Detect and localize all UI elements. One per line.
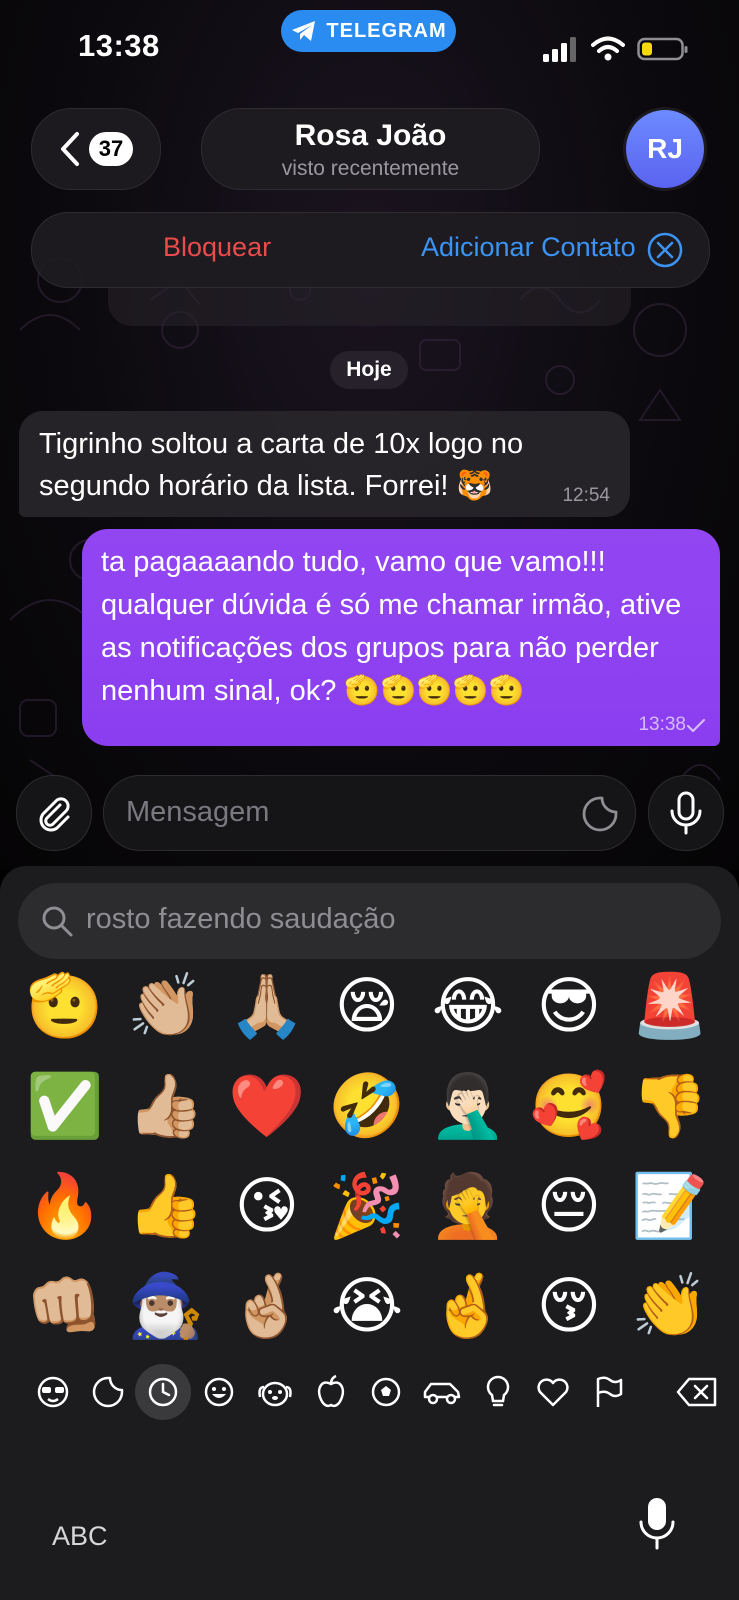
category-stickers[interactable] [82,1366,134,1418]
abc-keyboard-toggle[interactable]: ABC [52,1521,108,1552]
smiley-icon [204,1377,234,1407]
emoji-item[interactable]: ❤️ [227,1066,307,1146]
apple-icon [317,1374,345,1408]
emoji-item[interactable]: 🤦 [428,1166,508,1246]
category-animals[interactable] [249,1366,301,1418]
car-icon [423,1382,461,1405]
add-contact-button[interactable]: Adicionar Contato [421,232,636,263]
message-time: 12:54 [562,485,610,506]
message-time: 13:38 [638,714,686,735]
emoji-item[interactable]: 👍 [126,1166,206,1246]
emoji-item[interactable]: 😪 [327,966,407,1046]
telegram-plane-icon [292,21,316,41]
emoji-item[interactable]: 😂 [428,966,508,1046]
emoji-item[interactable]: 🥰 [529,1066,609,1146]
incoming-message[interactable]: Tigrinho soltou a carta de 10x logo no s… [19,411,630,517]
category-flags[interactable] [583,1366,635,1418]
emoji-grid: 🫡 👏🏼 🙏🏼 😪 😂 😎 🚨 ✅ 👍🏼 ❤️ 🤣 🤦🏻‍♂️ 🥰 👎 🔥 👍 … [0,966,739,1361]
recent-clock-icon [148,1377,178,1407]
backspace-icon [676,1377,717,1407]
message-placeholder: Mensagem [126,796,270,828]
backspace-button[interactable] [667,1366,727,1418]
emoji-item[interactable]: 📝 [630,1166,710,1246]
message-input[interactable]: Mensagem [103,775,636,851]
category-activities[interactable] [360,1366,412,1418]
emoji-keyboard: rosto fazendo saudação 🫡 👏🏼 🙏🏼 😪 😂 😎 🚨 ✅… [0,866,739,1600]
emoji-search-input[interactable]: rosto fazendo saudação [18,883,721,959]
dictation-microphone-icon[interactable] [637,1496,677,1552]
app-pill-label: TELEGRAM [326,19,447,42]
emoji-item[interactable]: 😚 [529,1266,609,1346]
category-food[interactable] [305,1366,357,1418]
category-symbols[interactable] [527,1366,579,1418]
emoji-item[interactable]: 👍🏼 [126,1066,206,1146]
mask-icon [37,1376,69,1408]
contact-status: visto recentemente [281,157,460,180]
emoji-category-bar [0,1356,739,1426]
emoji-item[interactable]: ✅ [25,1066,105,1146]
ball-icon [371,1377,401,1407]
chevron-left-icon [60,132,79,166]
category-mask[interactable] [27,1366,79,1418]
search-icon [42,906,73,937]
emoji-item[interactable]: 🎉 [327,1166,407,1246]
category-objects[interactable] [472,1366,524,1418]
sent-check-icon [686,718,706,733]
heart-icon [537,1378,569,1407]
unread-count-badge: 37 [88,132,134,166]
telegram-app-pill[interactable]: TELEGRAM [281,10,456,52]
emoji-item[interactable]: 🫡 [25,966,105,1046]
emoji-item[interactable]: 😘 [227,1166,307,1246]
category-smileys[interactable] [193,1366,245,1418]
flag-icon [596,1376,623,1407]
emoji-item[interactable]: 👊🏼 [25,1266,105,1346]
status-icons [541,36,689,62]
message-text: ta pagaaaando tudo, vamo que vamo!!! qua… [101,546,682,707]
date-separator: Hoje [330,351,408,389]
emoji-item[interactable]: 🤣 [327,1066,407,1146]
close-circle-icon[interactable] [646,231,684,269]
emoji-item[interactable]: 😭 [327,1266,407,1346]
sticker-icon[interactable] [581,795,619,833]
emoji-item[interactable]: 🧙🏽‍♂️ [126,1266,206,1346]
battery-low-icon [637,37,688,61]
emoji-item[interactable]: 🤦🏻‍♂️ [428,1066,508,1146]
microphone-icon [670,791,702,835]
emoji-item[interactable]: 😎 [529,966,609,1046]
animal-icon [258,1381,292,1407]
contact-action-bar: Bloquear Adicionar Contato [31,212,710,288]
message-text: Tigrinho soltou a carta de 10x logo no s… [39,428,524,502]
back-button[interactable]: 37 [31,108,161,190]
emoji-item[interactable]: 🚨 [630,966,710,1046]
emoji-item[interactable]: 🤞🏼 [227,1266,307,1346]
avatar[interactable]: RJ [626,110,704,188]
avatar-initials: RJ [647,133,683,164]
clock: 13:38 [78,28,160,63]
block-button[interactable]: Bloquear [163,232,271,263]
emoji-search-query: rosto fazendo saudação [86,903,396,935]
paperclip-icon [39,797,70,832]
emoji-item[interactable]: 🤞 [428,1266,508,1346]
attach-button[interactable] [16,775,92,851]
emoji-item[interactable]: 🔥 [25,1166,105,1246]
voice-record-button[interactable] [648,775,724,851]
emoji-item[interactable]: 🙏🏼 [227,966,307,1046]
category-recent[interactable] [135,1364,191,1420]
bulb-icon [486,1375,510,1407]
contact-card-shadow [108,286,631,326]
outgoing-message[interactable]: ta pagaaaando tudo, vamo que vamo!!! qua… [82,529,720,746]
status-bar: 13:38 TELEGRAM [0,0,739,100]
date-label: Hoje [346,358,392,381]
emoji-item[interactable]: 👏🏼 [126,966,206,1046]
cellular-signal-icon [543,37,576,62]
contact-name: Rosa João [294,119,447,152]
wifi-icon [591,36,625,61]
category-travel[interactable] [416,1366,468,1418]
emoji-item[interactable]: 👏 [630,1266,710,1346]
emoji-item[interactable]: 👎 [630,1066,710,1146]
sticker-icon [92,1376,124,1408]
emoji-item[interactable]: 😔 [529,1166,609,1246]
chat-title[interactable]: Rosa João visto recentemente [201,108,540,190]
